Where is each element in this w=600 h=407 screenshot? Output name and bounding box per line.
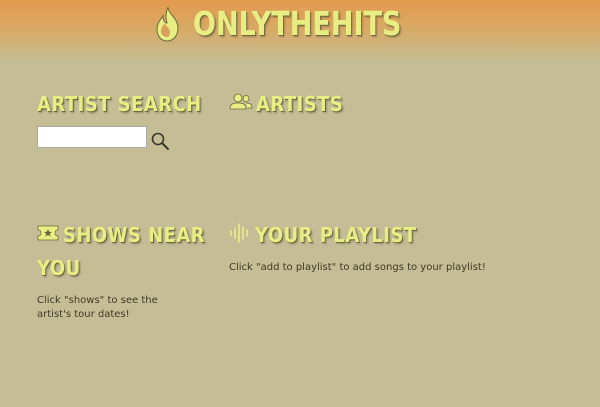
- shows-hint: Click "shows" to see the artist's tour d…: [37, 295, 158, 320]
- audio-waveform-icon: [230, 222, 248, 243]
- shows-title-line2: YOU: [37, 256, 81, 280]
- artists-title: ARTISTS: [256, 92, 344, 116]
- logo: ONLYTHEHITS: [0, 4, 600, 43]
- flame-icon: [156, 6, 179, 42]
- ticket-icon: [37, 225, 59, 240]
- users-icon: [229, 93, 253, 109]
- shows-title-line1: SHOWS NEAR: [63, 223, 206, 247]
- search-button[interactable]: [150, 131, 170, 151]
- artists-heading: ARTISTS: [229, 88, 353, 121]
- artist-search-heading: ARTIST SEARCH: [37, 88, 220, 121]
- playlist-heading: YOUR PLAYLIST: [229, 219, 435, 252]
- header: ONLYTHEHITS: [0, 0, 600, 62]
- shows-heading: SHOWS NEAR YOU: [37, 219, 221, 285]
- artist-search-input[interactable]: [37, 126, 147, 148]
- playlist-title: YOUR PLAYLIST: [255, 223, 417, 247]
- playlist-hint: Click "add to playlist" to add songs to …: [229, 262, 486, 273]
- search-icon: [151, 132, 169, 150]
- app-title: ONLYTHEHITS: [192, 4, 402, 43]
- artist-search-title: ARTIST SEARCH: [37, 92, 202, 116]
